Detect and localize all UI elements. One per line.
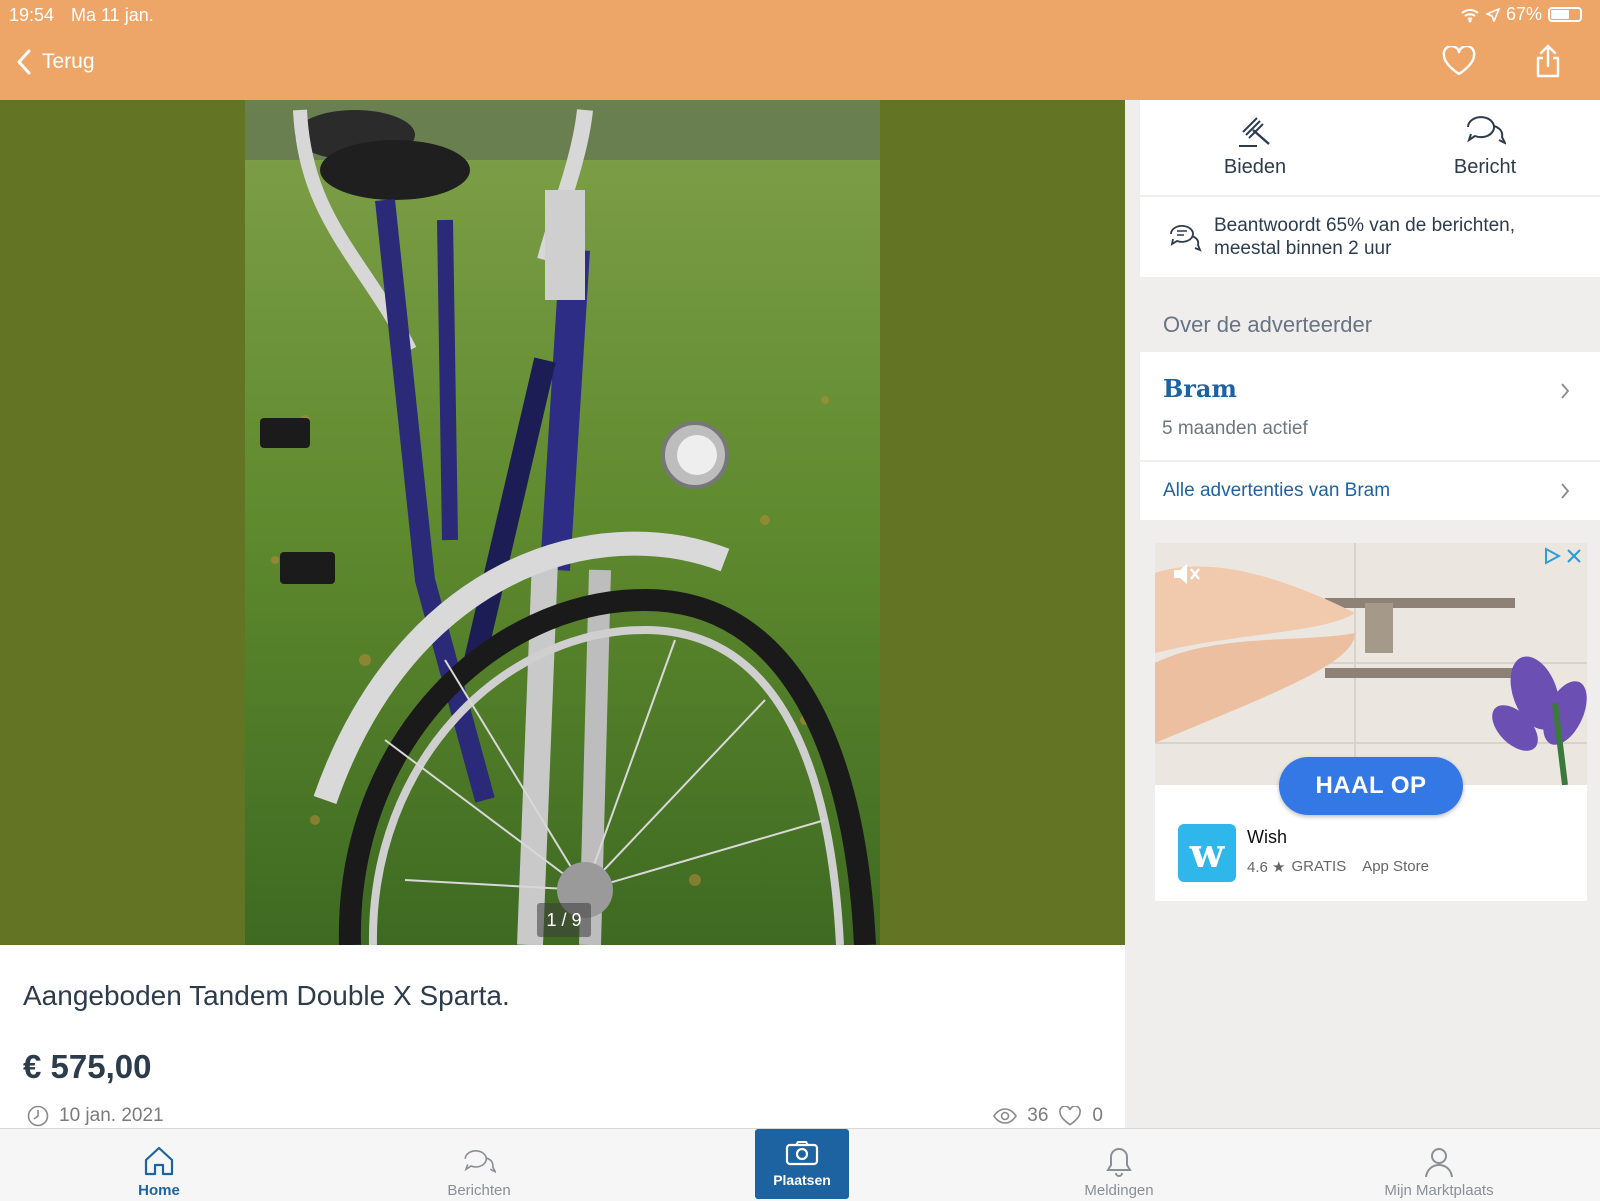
right-panel: Bieden Bericht Beantwoordt 65% van de be…: [1125, 100, 1600, 1128]
ad-app-meta: 4.6 ★ GRATIS App Store: [1247, 858, 1429, 876]
chevron-left-icon: [17, 49, 31, 75]
location-icon: [1485, 7, 1500, 22]
tab-bar: Home Berichten Plaatsen Meldingen Mijn M…: [0, 1128, 1600, 1201]
ad-image[interactable]: [1155, 543, 1587, 785]
ad-choices[interactable]: [1543, 547, 1583, 565]
wifi-icon: [1461, 8, 1479, 22]
ad-price: GRATIS: [1291, 858, 1347, 875]
listing-title: Aangeboden Tandem Double X Sparta.: [23, 980, 510, 1011]
status-date: Ma 11 jan.: [71, 5, 154, 25]
heart-outline-icon: [1059, 1106, 1082, 1126]
top-bar: 19:54 Ma 11 jan. 67% Terug: [0, 0, 1600, 100]
response-chat-icon: [1170, 225, 1202, 252]
favorite-button[interactable]: [1442, 44, 1476, 81]
adchoices-icon: [1545, 547, 1561, 565]
tab-my-account[interactable]: Mijn Marktplaats: [1359, 1129, 1519, 1201]
ad-install-button[interactable]: HAAL OP: [1279, 757, 1463, 815]
share-button[interactable]: [1535, 44, 1561, 83]
gavel-icon: [1239, 117, 1270, 147]
tab-messages[interactable]: Berichten: [399, 1129, 559, 1201]
battery-icon: [1548, 7, 1582, 22]
date-text: 10 jan. 2021: [59, 1105, 164, 1126]
about-advertiser-heading: Over de adverteerder: [1163, 312, 1373, 337]
message-button[interactable]: Bericht: [1370, 100, 1600, 195]
home-icon: [144, 1146, 174, 1176]
tab-post-label: Plaatsen: [773, 1172, 831, 1188]
chevron-right-icon: [1561, 483, 1570, 499]
tab-messages-label: Berichten: [447, 1182, 511, 1199]
bell-icon: [1106, 1147, 1132, 1177]
tab-home[interactable]: Home: [79, 1129, 239, 1201]
message-label: Bericht: [1453, 156, 1517, 178]
response-rate-card: Beantwoordt 65% van de berichten, meesta…: [1140, 197, 1600, 277]
listing-stats: 36 0: [993, 1105, 1103, 1127]
response-line-1: Beantwoordt 65% van de berichten,: [1214, 215, 1516, 236]
chevron-right-icon: [1561, 383, 1570, 399]
ad-app-name: Wish: [1247, 827, 1287, 847]
tab-account-label: Mijn Marktplaats: [1384, 1182, 1494, 1199]
response-line-2: meestal binnen 2 uur: [1214, 238, 1392, 259]
chat-icon: [464, 1149, 496, 1174]
favorites-count: 0: [1092, 1105, 1103, 1126]
photo-counter: 1 / 9: [537, 903, 591, 937]
share-icon: [1536, 44, 1560, 78]
all-ads-link[interactable]: Alle advertenties van Bram: [1140, 462, 1600, 520]
seller-active-duration: 5 maanden actief: [1162, 418, 1308, 439]
battery-percentage: 67%: [1505, 4, 1542, 24]
ad-mute-button[interactable]: [1171, 561, 1201, 592]
speaker-muted-icon: [1174, 564, 1200, 584]
bid-label: Bieden: [1223, 156, 1287, 178]
close-icon: [1567, 549, 1581, 563]
user-icon: [1425, 1148, 1453, 1178]
wish-logo: w: [1178, 824, 1236, 882]
action-card: Bieden Bericht: [1140, 100, 1600, 195]
seller-name: Bram: [1163, 374, 1237, 403]
listing-price: € 575,00: [23, 1048, 152, 1085]
listing-photo[interactable]: [245, 100, 880, 945]
seller-card[interactable]: Bram 5 maanden actief: [1140, 352, 1600, 460]
views-count: 36: [1027, 1105, 1049, 1126]
listing-date: 10 jan. 2021: [27, 1105, 164, 1127]
clock-icon: [27, 1105, 49, 1127]
back-label: Terug: [42, 50, 95, 73]
bid-button[interactable]: Bieden: [1140, 100, 1370, 195]
eye-icon: [993, 1108, 1018, 1124]
tab-notifications[interactable]: Meldingen: [1039, 1129, 1199, 1201]
tab-notifications-label: Meldingen: [1084, 1182, 1154, 1199]
all-ads-label: Alle advertenties van Bram: [1163, 480, 1391, 501]
ad-rating: 4.6 ★: [1247, 859, 1286, 876]
camera-icon: [785, 1141, 819, 1166]
ad-store: App Store: [1362, 858, 1429, 875]
status-time: 19:54: [9, 5, 55, 25]
heart-icon: [1442, 44, 1476, 76]
tab-home-label: Home: [138, 1182, 180, 1199]
tab-post-listing[interactable]: Plaatsen: [755, 1129, 849, 1199]
advertisement[interactable]: HAAL OP w Wish 4.6 ★ GRATIS App Store: [1155, 543, 1587, 901]
status-indicators: 67%: [1460, 4, 1582, 25]
back-button[interactable]: Terug: [16, 48, 95, 76]
response-rate-text: Beantwoordt 65% van de berichten, meesta…: [1214, 214, 1515, 260]
tandem-bike-image: [245, 100, 880, 945]
ad-photo: [1155, 543, 1587, 785]
listing-info: Aangeboden Tandem Double X Sparta. € 575…: [0, 945, 1125, 1128]
chat-icon: [1467, 116, 1506, 145]
photo-gallery[interactable]: 1 / 9: [0, 100, 1125, 945]
